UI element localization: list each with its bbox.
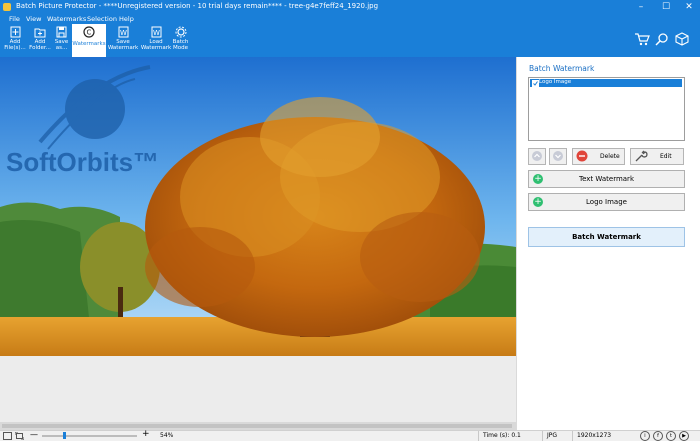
search-icon[interactable] [655, 32, 669, 46]
watermarks-button[interactable]: C Watermarks [72, 24, 106, 57]
edit-label: Edit [660, 153, 672, 160]
ribbon-toolbar: Add File(s)... Add Folder... Save as... … [0, 24, 700, 57]
delete-label: Delete [600, 153, 620, 160]
save-icon [56, 26, 67, 38]
zoom-level: 54% [160, 432, 174, 439]
window-title: Batch Picture Protector - ****Unregister… [16, 2, 379, 10]
panel-title: Batch Watermark [529, 64, 595, 73]
watermark-list[interactable]: Logo Image [528, 77, 685, 141]
menu-watermarks[interactable]: Watermarks [47, 15, 86, 23]
zoom-slider-thumb[interactable] [63, 432, 66, 439]
svg-text:W: W [153, 29, 160, 37]
arrow-up-icon [532, 151, 542, 161]
time-readout: Time (s): 0.1 [483, 432, 521, 439]
batch-mode-label: Batch Mode [172, 39, 189, 51]
logo-image-button[interactable]: + Logo Image [528, 193, 685, 211]
add-files-button[interactable]: Add File(s)... [3, 24, 27, 57]
save-watermark-button[interactable]: W Save Watermark [107, 24, 139, 57]
close-button[interactable]: ✕ [678, 1, 700, 13]
edit-button[interactable]: Edit [630, 148, 684, 165]
tree-photo-image [0, 57, 516, 356]
zoom-in-icon[interactable]: + [142, 429, 150, 439]
maximize-button[interactable]: ☐ [655, 1, 677, 13]
checkbox[interactable] [532, 80, 539, 87]
save-watermark-icon: W [118, 26, 128, 38]
load-watermark-label: Load Watermark [140, 39, 172, 51]
add-folder-button[interactable]: Add Folder... [28, 24, 52, 57]
cart-icon[interactable] [634, 32, 650, 46]
horizontal-scrollbar[interactable] [0, 422, 516, 430]
add-file-icon [10, 26, 20, 38]
load-watermark-icon: W [151, 26, 161, 38]
svg-text:W: W [120, 29, 127, 37]
zoom-out-icon[interactable]: — [30, 430, 38, 439]
check-icon [533, 81, 538, 86]
status-bar: — + 54% Time (s): 0.1 JPG 1920x1273 i f … [0, 429, 700, 441]
move-down-button[interactable] [549, 148, 567, 165]
add-folder-icon [34, 28, 46, 38]
menu-selection[interactable]: Selection [87, 15, 117, 23]
softorbits-watermark: SoftOrbits™ [6, 147, 160, 177]
watermarks-label: Watermarks [72, 41, 106, 47]
scrollbar-thumb[interactable] [2, 424, 512, 428]
gear-icon [175, 26, 186, 38]
menu-file[interactable]: File [9, 15, 20, 23]
move-up-button[interactable] [528, 148, 546, 165]
text-watermark-label: Text Watermark [579, 175, 634, 183]
list-item-label: Logo Image [539, 79, 572, 85]
menu-help[interactable]: Help [119, 15, 134, 23]
minimize-button[interactable]: – [630, 1, 652, 13]
delete-icon [576, 150, 588, 162]
svg-text:C: C [87, 29, 92, 37]
save-as-label: Save as... [54, 39, 69, 51]
save-watermark-label: Save Watermark [107, 39, 139, 51]
menu-bar: File View Watermarks Selection Help [0, 14, 700, 24]
app-icon [3, 3, 11, 11]
photo-preview: SoftOrbits™ [0, 57, 516, 356]
save-as-button[interactable]: Save as... [54, 24, 69, 57]
copyright-icon: C [83, 26, 95, 38]
logo-image-label: Logo Image [586, 198, 627, 206]
zoom-slider[interactable] [42, 435, 137, 437]
add-folder-label: Add Folder... [29, 39, 51, 51]
delete-button[interactable]: Delete [572, 148, 625, 165]
batch-watermark-button[interactable]: Batch Watermark [528, 227, 685, 247]
arrow-down-icon [553, 151, 563, 161]
text-watermark-button[interactable]: + Text Watermark [528, 170, 685, 188]
actual-size-icon[interactable] [15, 432, 24, 440]
box-icon[interactable] [675, 32, 689, 46]
batch-mode-button[interactable]: Batch Mode [172, 24, 189, 57]
fit-screen-icon[interactable] [3, 432, 12, 440]
list-item[interactable]: Logo Image [530, 79, 682, 87]
add-files-label: Add File(s)... [4, 39, 26, 51]
image-dimensions: 1920x1273 [577, 432, 612, 439]
title-bar: Batch Picture Protector - ****Unregister… [0, 0, 700, 14]
menu-view[interactable]: View [26, 15, 41, 23]
wrench-icon [635, 150, 648, 162]
load-watermark-button[interactable]: W Load Watermark [140, 24, 172, 57]
image-format: JPG [547, 432, 558, 439]
